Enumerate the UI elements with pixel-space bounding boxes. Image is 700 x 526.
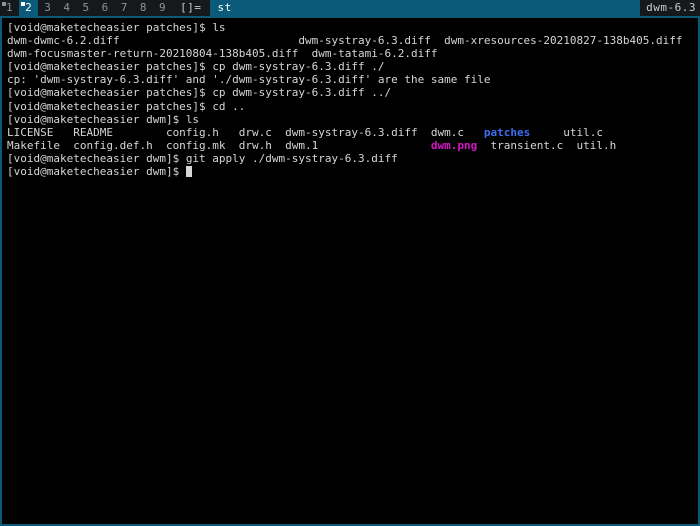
dwm-desktop: 123456789 []= st dwm-6.3 [void@maketeche… <box>0 0 700 526</box>
directory-entry: patches <box>483 125 531 139</box>
tag-4[interactable]: 4 <box>57 0 77 16</box>
shell-prompt: [void@maketecheasier patches]$ <box>7 99 213 113</box>
file-entry-group: LICENSE README config.h drw.c dwm-systra… <box>7 125 484 139</box>
tag-label: 6 <box>101 1 109 14</box>
shell-prompt: [void@maketecheasier patches]$ <box>7 60 213 74</box>
shell-prompt: [void@maketecheasier patches]$ <box>7 86 213 100</box>
tag-6[interactable]: 6 <box>95 0 115 16</box>
output-text: dwm-focusmaster-return-20210804-138b405.… <box>7 47 438 61</box>
tag-occupied-indicator-icon <box>2 2 6 6</box>
terminal-listing-line: LICENSE README config.h drw.c dwm-systra… <box>7 126 698 139</box>
terminal-command-line: [void@maketecheasier patches]$ cp dwm-sy… <box>7 86 698 99</box>
tag-7[interactable]: 7 <box>114 0 134 16</box>
shell-prompt: [void@maketecheasier dwm]$ <box>7 165 186 179</box>
text-cursor <box>185 166 192 178</box>
tag-label: 8 <box>139 1 147 14</box>
tag-1[interactable]: 1 <box>0 0 20 16</box>
tag-label: 2 <box>25 1 33 14</box>
terminal-command-line: [void@maketecheasier patches]$ cp dwm-sy… <box>7 60 698 73</box>
tag-occupied-indicator-icon <box>21 2 26 6</box>
terminal-listing-line: Makefile config.def.h config.mk drw.h dw… <box>7 139 698 152</box>
terminal-output-line: dwm-dwmc-6.2.diff dwm-systray-6.3.diff d… <box>7 34 698 47</box>
status-text: dwm-6.3 <box>640 0 700 16</box>
shell-command: cp dwm-systray-6.3.diff ../ <box>212 86 392 100</box>
file-entry-group: util.c <box>530 125 604 139</box>
tag-3[interactable]: 3 <box>38 0 58 16</box>
image-file-entry: dwm.png <box>430 138 478 152</box>
output-text: cp: 'dwm-systray-6.3.diff' and './dwm-sy… <box>7 73 491 87</box>
tag-label: 9 <box>159 1 167 14</box>
shell-prompt: [void@maketecheasier dwm]$ <box>7 151 186 165</box>
terminal-window[interactable]: [void@maketecheasier patches]$ ls dwm-dwm… <box>0 16 700 526</box>
terminal-command-line: [void@maketecheasier dwm]$ git apply ./d… <box>7 152 698 165</box>
shell-command: git apply ./dwm-systray-6.3.diff <box>185 151 398 165</box>
terminal-output-line: dwm-focusmaster-return-20210804-138b405.… <box>7 47 698 60</box>
shell-command: ls <box>212 21 226 34</box>
shell-prompt: [void@maketecheasier dwm]$ <box>7 112 186 126</box>
tag-label: 5 <box>82 1 90 14</box>
layout-symbol[interactable]: []= <box>172 0 210 16</box>
shell-command: cp dwm-systray-6.3.diff ./ <box>212 60 385 74</box>
shell-command: ls <box>185 112 200 126</box>
terminal-command-line: [void@maketecheasier dwm]$ <box>7 165 698 178</box>
tag-2[interactable]: 2 <box>19 0 39 16</box>
output-text: dwm-dwmc-6.2.diff dwm-systray-6.3.diff d… <box>7 34 683 48</box>
file-entry-group: transient.c util.h <box>477 138 617 152</box>
tag-9[interactable]: 9 <box>153 0 173 16</box>
window-title: st <box>209 0 641 16</box>
file-entry-group: Makefile config.def.h config.mk drw.h dw… <box>7 138 431 152</box>
shell-prompt: [void@maketecheasier patches]$ <box>7 21 213 34</box>
tag-8[interactable]: 8 <box>133 0 153 16</box>
tag-label: 1 <box>6 1 14 14</box>
terminal-output-line: cp: 'dwm-systray-6.3.diff' and './dwm-sy… <box>7 73 698 86</box>
tag-list: 123456789 <box>0 0 173 16</box>
tag-label: 4 <box>63 1 71 14</box>
terminal-command-line: [void@maketecheasier dwm]$ ls <box>7 113 698 126</box>
terminal-command-line: [void@maketecheasier patches]$ cd .. <box>7 100 698 113</box>
terminal-command-line: [void@maketecheasier patches]$ ls <box>7 21 698 34</box>
terminal-output[interactable]: [void@maketecheasier patches]$ ls dwm-dwm… <box>2 18 698 178</box>
dwm-status-bar: 123456789 []= st dwm-6.3 <box>0 0 700 16</box>
tag-label: 3 <box>44 1 52 14</box>
shell-command: cd .. <box>212 99 246 113</box>
tag-label: 7 <box>120 1 128 14</box>
tag-5[interactable]: 5 <box>76 0 96 16</box>
